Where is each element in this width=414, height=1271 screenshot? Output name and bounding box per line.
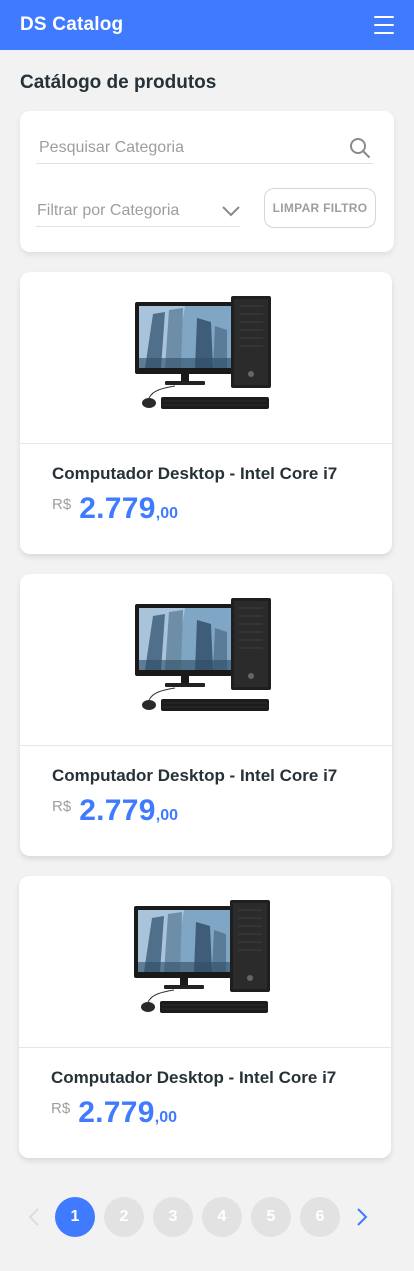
hamburger-menu-icon[interactable] bbox=[374, 16, 394, 34]
page-button-2[interactable]: 2 bbox=[104, 1197, 144, 1237]
product-name: Computador Desktop - Intel Core i7 bbox=[52, 464, 338, 483]
price-decimal: ,00 bbox=[154, 1109, 178, 1126]
clear-filter-button[interactable]: LIMPAR FILTRO bbox=[264, 188, 376, 228]
product-name: Computador Desktop - Intel Core i7 bbox=[52, 766, 338, 785]
pagination: 1 2 3 4 5 6 bbox=[24, 1197, 390, 1237]
product-image bbox=[135, 296, 275, 418]
navbar: DS Catalog bbox=[0, 0, 414, 50]
price-decimal: ,00 bbox=[155, 807, 179, 824]
price-integer: 2.779 bbox=[79, 492, 156, 525]
category-select-placeholder: Filtrar por Categoria bbox=[37, 201, 180, 219]
price-decimal: ,00 bbox=[155, 505, 179, 522]
product-image bbox=[134, 900, 274, 1022]
filter-card: Filtrar por Categoria LIMPAR FILTRO bbox=[20, 111, 394, 252]
category-select[interactable]: Filtrar por Categoria bbox=[36, 195, 240, 227]
product-image-area bbox=[20, 574, 392, 746]
search-input[interactable] bbox=[36, 139, 349, 157]
page-list: 1 2 3 4 5 6 bbox=[55, 1197, 340, 1237]
brand-logo[interactable]: DS Catalog bbox=[20, 14, 123, 36]
product-price: R$ 2.779 ,00 bbox=[51, 1096, 391, 1130]
chevron-left-icon[interactable] bbox=[24, 1206, 44, 1228]
search-icon[interactable] bbox=[349, 137, 371, 159]
price-integer: 2.779 bbox=[78, 1096, 155, 1129]
product-price: R$ 2.779 ,00 bbox=[52, 794, 392, 828]
product-card[interactable]: Computador Desktop - Intel Core i7 R$ 2.… bbox=[19, 876, 391, 1158]
price-integer: 2.779 bbox=[79, 794, 156, 827]
page-button-4[interactable]: 4 bbox=[202, 1197, 242, 1237]
chevron-right-icon[interactable] bbox=[352, 1206, 372, 1228]
product-price: R$ 2.779 ,00 bbox=[52, 492, 392, 526]
page-button-6[interactable]: 6 bbox=[300, 1197, 340, 1237]
product-image bbox=[135, 598, 275, 720]
product-card[interactable]: Computador Desktop - Intel Core i7 R$ 2.… bbox=[20, 272, 392, 554]
page-button-1[interactable]: 1 bbox=[55, 1197, 95, 1237]
product-image-area bbox=[19, 876, 391, 1048]
page-button-5[interactable]: 5 bbox=[251, 1197, 291, 1237]
chevron-down-icon[interactable] bbox=[222, 205, 240, 217]
page-title: Catálogo de produtos bbox=[20, 72, 217, 93]
price-currency: R$ bbox=[52, 798, 72, 815]
product-card[interactable]: Computador Desktop - Intel Core i7 R$ 2.… bbox=[20, 574, 392, 856]
product-image-area bbox=[20, 272, 392, 444]
price-currency: R$ bbox=[51, 1100, 71, 1117]
search-field bbox=[36, 133, 373, 164]
price-currency: R$ bbox=[52, 496, 72, 513]
page-button-3[interactable]: 3 bbox=[153, 1197, 193, 1237]
product-name: Computador Desktop - Intel Core i7 bbox=[51, 1068, 337, 1087]
